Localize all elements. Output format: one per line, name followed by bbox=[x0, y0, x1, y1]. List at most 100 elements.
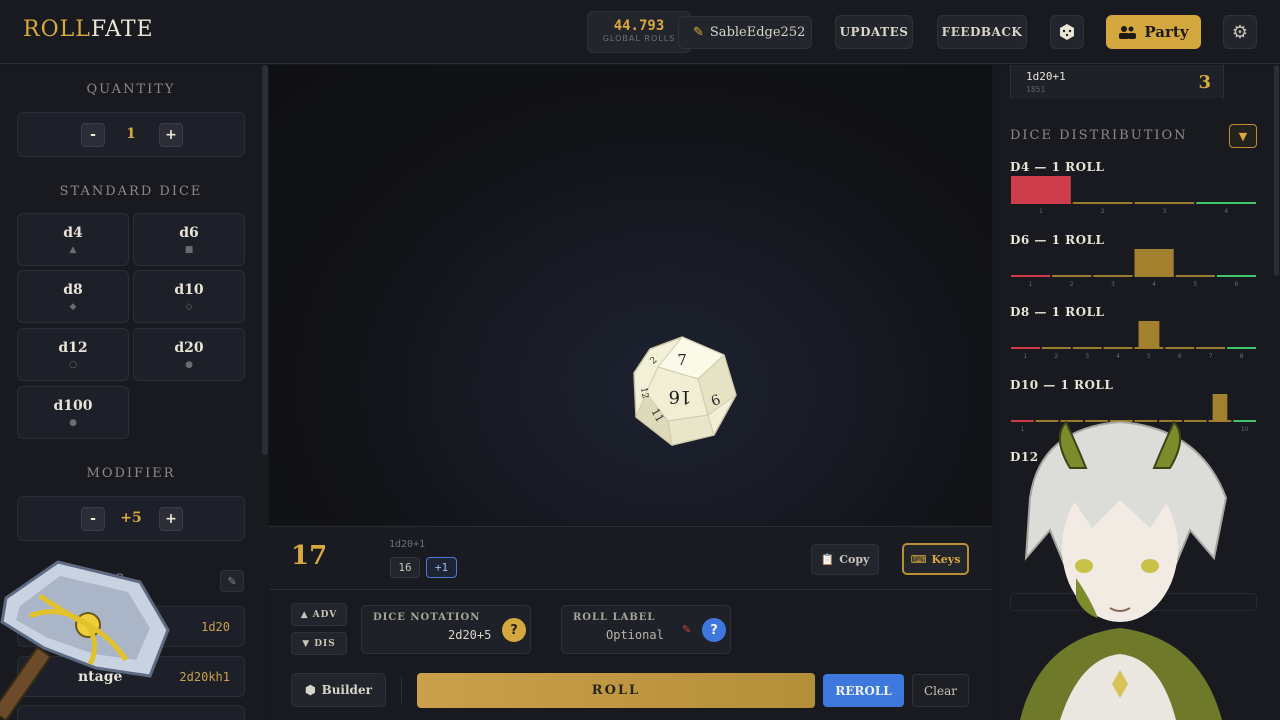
pencil-icon: ✎ bbox=[227, 574, 237, 588]
die-button-d10[interactable]: d10 ◇ bbox=[133, 270, 245, 323]
die-label: d100 bbox=[53, 398, 93, 414]
down-arrow-icon: ▼ bbox=[302, 638, 311, 649]
modifier-increment-button[interactable]: + bbox=[159, 507, 183, 531]
settings-button[interactable]: ⚙ bbox=[1223, 15, 1257, 49]
dice-notation-help-icon[interactable]: ? bbox=[502, 618, 526, 642]
d20-icon: ● bbox=[185, 360, 193, 370]
distribution-baseline bbox=[1011, 347, 1040, 349]
dice-theme-button[interactable] bbox=[1050, 15, 1084, 49]
distribution-face-label: 10 bbox=[1241, 426, 1249, 433]
distribution-baseline bbox=[1227, 347, 1256, 349]
d12-icon: ○ bbox=[69, 360, 77, 370]
distribution-baseline bbox=[1196, 202, 1256, 204]
d10-icon: ◇ bbox=[185, 302, 193, 312]
dice-stage[interactable]: 7 16 6 11 12 2 bbox=[269, 65, 992, 525]
distribution-baseline bbox=[1196, 347, 1226, 349]
divider bbox=[401, 677, 402, 703]
history-item[interactable]: 1d20+1 1851 3 bbox=[1010, 65, 1224, 98]
gear-icon: ⚙ bbox=[1231, 21, 1249, 43]
history-value: 3 bbox=[1198, 72, 1211, 93]
top-bar: ROLLFATE 44.793 GLOBAL ROLLS ✎ SableEdge… bbox=[0, 0, 1280, 64]
roll-label-label: ROLL LABEL bbox=[573, 612, 656, 623]
modifier-stepper: - +5 + bbox=[17, 496, 245, 541]
d4-icon: ▲ bbox=[69, 245, 77, 255]
die-face-label: 12 bbox=[638, 386, 650, 399]
d4-distribution-chart: 1 2 3 4 bbox=[1011, 176, 1256, 215]
cube-icon: ⬢ bbox=[305, 683, 316, 697]
party-button[interactable]: Party bbox=[1106, 15, 1201, 49]
modifier-title: MODIFIER bbox=[86, 466, 176, 481]
distribution-face-label: 4 bbox=[1116, 353, 1120, 360]
distribution-bar bbox=[1011, 176, 1071, 204]
collapse-distribution-button[interactable]: ▼ bbox=[1229, 124, 1257, 148]
distribution-face-label: 2 bbox=[1070, 281, 1074, 288]
die-label: d4 bbox=[63, 225, 83, 241]
username-button[interactable]: ✎ SableEdge252 bbox=[678, 16, 812, 49]
feedback-button[interactable]: FEEDBACK bbox=[937, 15, 1027, 49]
pencil-icon: ✎ bbox=[682, 623, 692, 636]
d8-distribution-chart: 1 2 3 4 5 6 7 8 bbox=[1011, 321, 1256, 360]
die-button-d100[interactable]: d100 ● bbox=[17, 386, 129, 439]
roll-total: 17 bbox=[291, 541, 328, 571]
roll-label-help-icon[interactable]: ? bbox=[702, 618, 726, 642]
modifier-chip: +1 bbox=[426, 557, 457, 578]
clear-button[interactable]: Clear bbox=[912, 674, 969, 707]
die-button-d8[interactable]: d8 ◆ bbox=[17, 270, 129, 323]
builder-button[interactable]: ⬢ Builder bbox=[291, 673, 386, 707]
logo-roll: ROLL bbox=[23, 17, 91, 42]
saved-roll-notation: 1d20 bbox=[201, 620, 230, 634]
right-scrollbar[interactable] bbox=[1274, 65, 1279, 276]
die-label: d6 bbox=[179, 225, 199, 241]
d20-die: 7 16 6 11 12 2 bbox=[633, 336, 737, 447]
distribution-face-label: 2 bbox=[1054, 353, 1058, 360]
distribution-baseline bbox=[1165, 347, 1195, 349]
history-time: 1851 bbox=[1026, 85, 1046, 94]
dice-notation-value[interactable]: 2d20+5 bbox=[448, 628, 491, 642]
copy-button[interactable]: 📋 Copy bbox=[811, 544, 879, 575]
builder-label: Builder bbox=[321, 683, 372, 697]
dice-notation-label: DICE NOTATION bbox=[373, 612, 481, 623]
distribution-face-label: 1 bbox=[1039, 208, 1043, 215]
distribution-face-label: 6 bbox=[1235, 281, 1239, 288]
roll-button[interactable]: ROLL bbox=[417, 673, 815, 708]
roll-label-field[interactable]: ROLL LABEL Optional ✎ ? bbox=[561, 605, 731, 654]
die-result-chip: 16 bbox=[390, 557, 420, 578]
advantage-button[interactable]: ▲ ADV bbox=[291, 603, 347, 626]
party-label: Party bbox=[1144, 23, 1189, 41]
edit-saved-rolls-button[interactable]: ✎ bbox=[220, 570, 244, 592]
keyboard-icon: ⌨ bbox=[910, 552, 927, 566]
d6-distribution-label: D6 — 1 ROLL bbox=[1010, 233, 1105, 247]
d8-distribution-label: D8 — 1 ROLL bbox=[1010, 305, 1105, 319]
updates-button[interactable]: UPDATES bbox=[835, 15, 913, 49]
roll-label-input[interactable]: Optional bbox=[606, 628, 664, 642]
distribution-baseline bbox=[1175, 275, 1215, 277]
disadvantage-button[interactable]: ▼ DIS bbox=[291, 632, 347, 655]
d6-icon: ■ bbox=[184, 245, 194, 255]
party-icon bbox=[1119, 26, 1137, 39]
username: SableEdge252 bbox=[709, 25, 806, 40]
d8-icon: ◆ bbox=[69, 302, 77, 312]
die-button-d6[interactable]: d6 ■ bbox=[133, 213, 245, 266]
saved-roll-notation: 2d20kh1 bbox=[179, 670, 230, 684]
distribution-baseline bbox=[1072, 347, 1102, 349]
distribution-baseline bbox=[1072, 202, 1133, 204]
distribution-baseline bbox=[1093, 275, 1133, 277]
chevron-down-icon: ▼ bbox=[1238, 129, 1248, 143]
distribution-face-label: 1 bbox=[1029, 281, 1033, 288]
dice-notation-field[interactable]: DICE NOTATION 2d20+5 ? bbox=[361, 605, 531, 654]
d100-icon: ● bbox=[69, 418, 77, 428]
die-label: d8 bbox=[63, 282, 83, 298]
die-button-d12[interactable]: d12 ○ bbox=[17, 328, 129, 381]
keys-button[interactable]: ⌨ Keys bbox=[902, 543, 969, 575]
quantity-increment-button[interactable]: + bbox=[159, 123, 183, 147]
reroll-button[interactable]: REROLL bbox=[823, 674, 904, 707]
distribution-face-label: 7 bbox=[1209, 353, 1213, 360]
distribution-baseline bbox=[1041, 347, 1071, 349]
die-button-d20[interactable]: d20 ● bbox=[133, 328, 245, 381]
distribution-face-label: 3 bbox=[1162, 208, 1166, 215]
die-button-d4[interactable]: d4 ▲ bbox=[17, 213, 129, 266]
distribution-bar bbox=[1134, 249, 1174, 277]
left-scrollbar[interactable] bbox=[262, 65, 268, 455]
logo[interactable]: ROLLFATE bbox=[23, 17, 154, 42]
die-face-label: 7 bbox=[677, 351, 687, 369]
